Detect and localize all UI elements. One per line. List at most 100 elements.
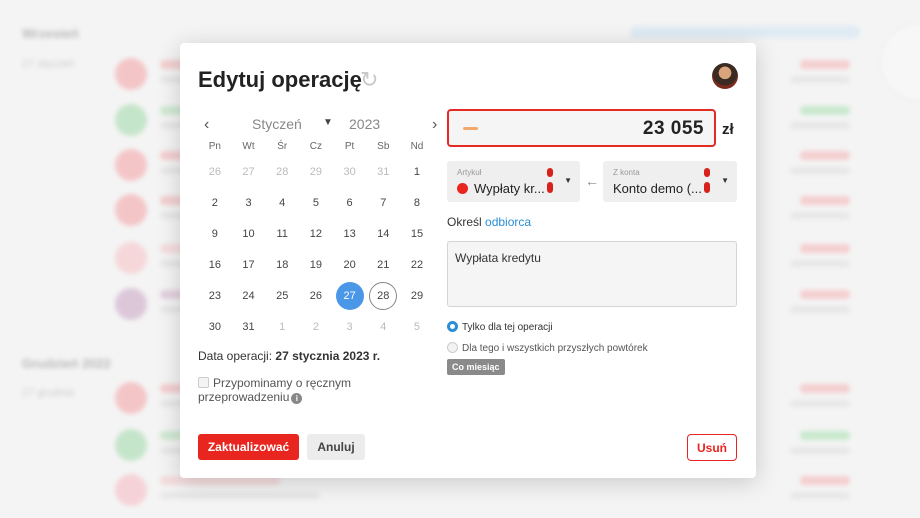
calendar-day[interactable]: 25 bbox=[265, 282, 299, 310]
chevron-down-icon[interactable]: ▼ bbox=[721, 176, 729, 185]
calendar-day[interactable]: 20 bbox=[333, 251, 367, 279]
radio-icon[interactable] bbox=[447, 342, 458, 353]
all-future-option[interactable]: Dla tego i wszystkich przyszłych powtóre… bbox=[447, 342, 648, 354]
calendar-day[interactable]: 22 bbox=[400, 251, 434, 279]
calendar-day[interactable]: 15 bbox=[400, 220, 434, 248]
calendar-day[interactable]: 4 bbox=[366, 313, 400, 341]
calendar-day[interactable]: 3 bbox=[333, 313, 367, 341]
calendar-day[interactable]: 6 bbox=[333, 189, 367, 217]
calendar-day[interactable]: 31 bbox=[366, 158, 400, 186]
chevron-left-icon[interactable]: ‹ bbox=[204, 116, 218, 134]
calendar-day-number: 6 bbox=[346, 196, 353, 209]
frequency-badge: Co miesiąc bbox=[447, 359, 505, 375]
calendar-day[interactable]: 29 bbox=[400, 282, 434, 310]
update-button[interactable]: Zaktualizować bbox=[198, 434, 299, 460]
amount-value[interactable]: 23 055 bbox=[643, 118, 704, 140]
background-group-title: Grudzień 2022 bbox=[22, 356, 111, 371]
calendar-week-row: 30 31 1 2 3 4 5 bbox=[198, 311, 434, 342]
calendar-day[interactable]: 8 bbox=[400, 189, 434, 217]
calendar-day[interactable]: 23 bbox=[198, 282, 232, 310]
calendar-day[interactable]: 19 bbox=[299, 251, 333, 279]
calendar-day[interactable]: 28 bbox=[265, 158, 299, 186]
year-input[interactable]: 2023 bbox=[349, 116, 380, 132]
amount-field[interactable]: 23 055 bbox=[447, 109, 716, 147]
calendar-day[interactable]: 27 bbox=[333, 281, 367, 310]
calendar-day-number: 2 bbox=[211, 196, 218, 209]
calendar-day-number: 1 bbox=[413, 165, 421, 178]
delete-button[interactable]: Usuń bbox=[687, 434, 737, 461]
calendar-day-number: 4 bbox=[380, 320, 387, 333]
calendar-day[interactable]: 2 bbox=[198, 189, 232, 217]
calendar-day[interactable]: 31 bbox=[232, 313, 266, 341]
calendar-day-number: 16 bbox=[208, 258, 221, 271]
calendar-day[interactable]: 13 bbox=[333, 220, 367, 248]
weekday-label: Pt bbox=[344, 141, 355, 152]
chevron-right-icon[interactable]: › bbox=[432, 116, 446, 134]
calendar-day[interactable]: 2 bbox=[299, 313, 333, 341]
calendar-day-number: 15 bbox=[410, 227, 424, 240]
arrow-left-icon: ← bbox=[585, 173, 599, 189]
calendar-header: ‹ Styczeń ▼ 2023 › bbox=[198, 116, 437, 136]
background-group-date: 27 grudnia bbox=[22, 387, 74, 399]
calendar-day[interactable]: 26 bbox=[299, 282, 333, 310]
recipient-prompt: Określ odbiorca bbox=[447, 215, 531, 229]
reminder-option[interactable]: Przypominamy o ręcznym przeprowadzeniu i bbox=[198, 376, 398, 404]
account-select-label: Z konta bbox=[613, 168, 640, 177]
calendar-day-number: 31 bbox=[242, 320, 255, 333]
calendar-day[interactable]: 1 bbox=[400, 158, 434, 186]
avatar[interactable] bbox=[712, 63, 738, 89]
calendar-day-number: 31 bbox=[377, 165, 390, 178]
calendar-day[interactable]: 12 bbox=[299, 220, 333, 248]
marker-icon bbox=[704, 182, 710, 193]
info-icon[interactable]: i bbox=[291, 393, 303, 404]
calendar-day[interactable]: 24 bbox=[232, 282, 266, 310]
account-select[interactable]: Z konta Konto demo (... ▼ bbox=[603, 161, 737, 202]
calendar-week-row: 26 27 28 29 30 31 1 bbox=[198, 156, 434, 187]
calendar-day[interactable]: 5 bbox=[299, 189, 333, 217]
calendar-day-number: 23 bbox=[208, 289, 221, 302]
calendar-day-number: 26 bbox=[309, 289, 323, 302]
month-select[interactable]: Styczeń bbox=[252, 116, 302, 132]
calendar-day[interactable]: 9 bbox=[198, 220, 232, 248]
only-this-option[interactable]: Tylko dla tej operacji bbox=[447, 321, 553, 333]
calendar-day[interactable]: 30 bbox=[198, 313, 232, 341]
background-group-title: Wrzesień bbox=[22, 26, 79, 41]
radio-selected-icon[interactable] bbox=[447, 321, 458, 332]
description-textarea[interactable] bbox=[447, 241, 737, 307]
calendar-day-number: 21 bbox=[377, 258, 390, 271]
calendar-day[interactable]: 11 bbox=[265, 220, 299, 248]
minus-icon[interactable] bbox=[463, 127, 478, 130]
calendar-day[interactable]: 21 bbox=[366, 251, 400, 279]
calendar-day[interactable]: 18 bbox=[265, 251, 299, 279]
calendar-day[interactable]: 16 bbox=[198, 251, 232, 279]
calendar-day-number: 28 bbox=[369, 281, 398, 310]
calendar-day[interactable]: 1 bbox=[265, 313, 299, 341]
calendar-day-number: 8 bbox=[413, 196, 421, 209]
calendar-day[interactable]: 17 bbox=[232, 251, 266, 279]
calendar-day[interactable]: 29 bbox=[299, 158, 333, 186]
refresh-icon[interactable]: ↻ bbox=[360, 67, 378, 93]
calendar-day-number: 19 bbox=[309, 258, 323, 271]
calendar-day[interactable]: 30 bbox=[333, 158, 367, 186]
chevron-down-icon[interactable]: ▼ bbox=[323, 117, 333, 128]
marker-icon bbox=[704, 168, 710, 177]
calendar-day[interactable]: 10 bbox=[232, 220, 266, 248]
calendar-day-number: 29 bbox=[410, 289, 424, 302]
calendar-day[interactable]: 5 bbox=[400, 313, 434, 341]
article-select[interactable]: Artykuł Wypłaty kr... ▼ bbox=[447, 161, 580, 202]
calendar-day-number: 27 bbox=[335, 281, 364, 310]
reminder-checkbox[interactable] bbox=[198, 377, 209, 388]
calendar-day[interactable]: 27 bbox=[232, 158, 266, 186]
weekday-label: Nd bbox=[410, 141, 424, 152]
calendar-day-number: 17 bbox=[242, 258, 255, 271]
calendar-day[interactable]: 7 bbox=[366, 189, 400, 217]
calendar-day-number: 10 bbox=[242, 227, 255, 240]
calendar-day[interactable]: 14 bbox=[366, 220, 400, 248]
recipient-link[interactable]: odbiorca bbox=[485, 215, 531, 229]
chevron-down-icon[interactable]: ▼ bbox=[564, 176, 572, 185]
calendar-day[interactable]: 3 bbox=[232, 189, 266, 217]
calendar-day[interactable]: 26 bbox=[198, 158, 232, 186]
calendar-day[interactable]: 28 bbox=[366, 281, 400, 310]
cancel-button[interactable]: Anuluj bbox=[307, 434, 365, 460]
calendar-day[interactable]: 4 bbox=[265, 189, 299, 217]
